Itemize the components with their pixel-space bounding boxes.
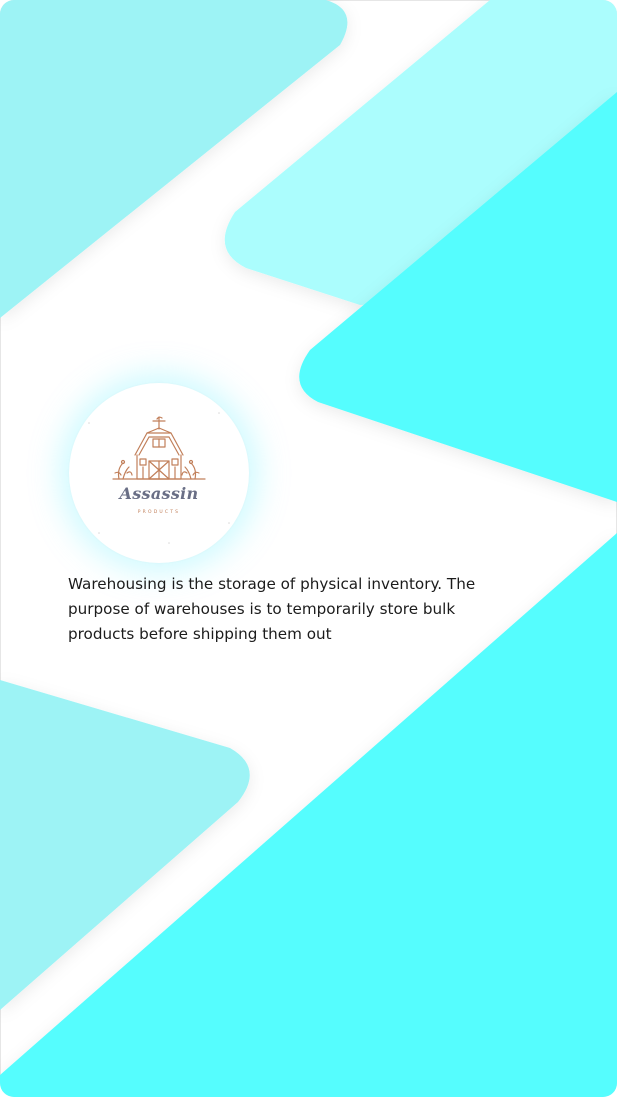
brand-subtitle: PRODUCTS — [137, 510, 181, 515]
intro-description: Warehousing is the storage of physical i… — [68, 575, 476, 643]
barn-icon — [88, 412, 230, 544]
splash-screen: Assassin PRODUCTS Warehousing is the sto… — [0, 0, 617, 1097]
brand-name: Assassin — [119, 484, 199, 503]
brand-logo: Assassin PRODUCTS — [69, 383, 249, 563]
